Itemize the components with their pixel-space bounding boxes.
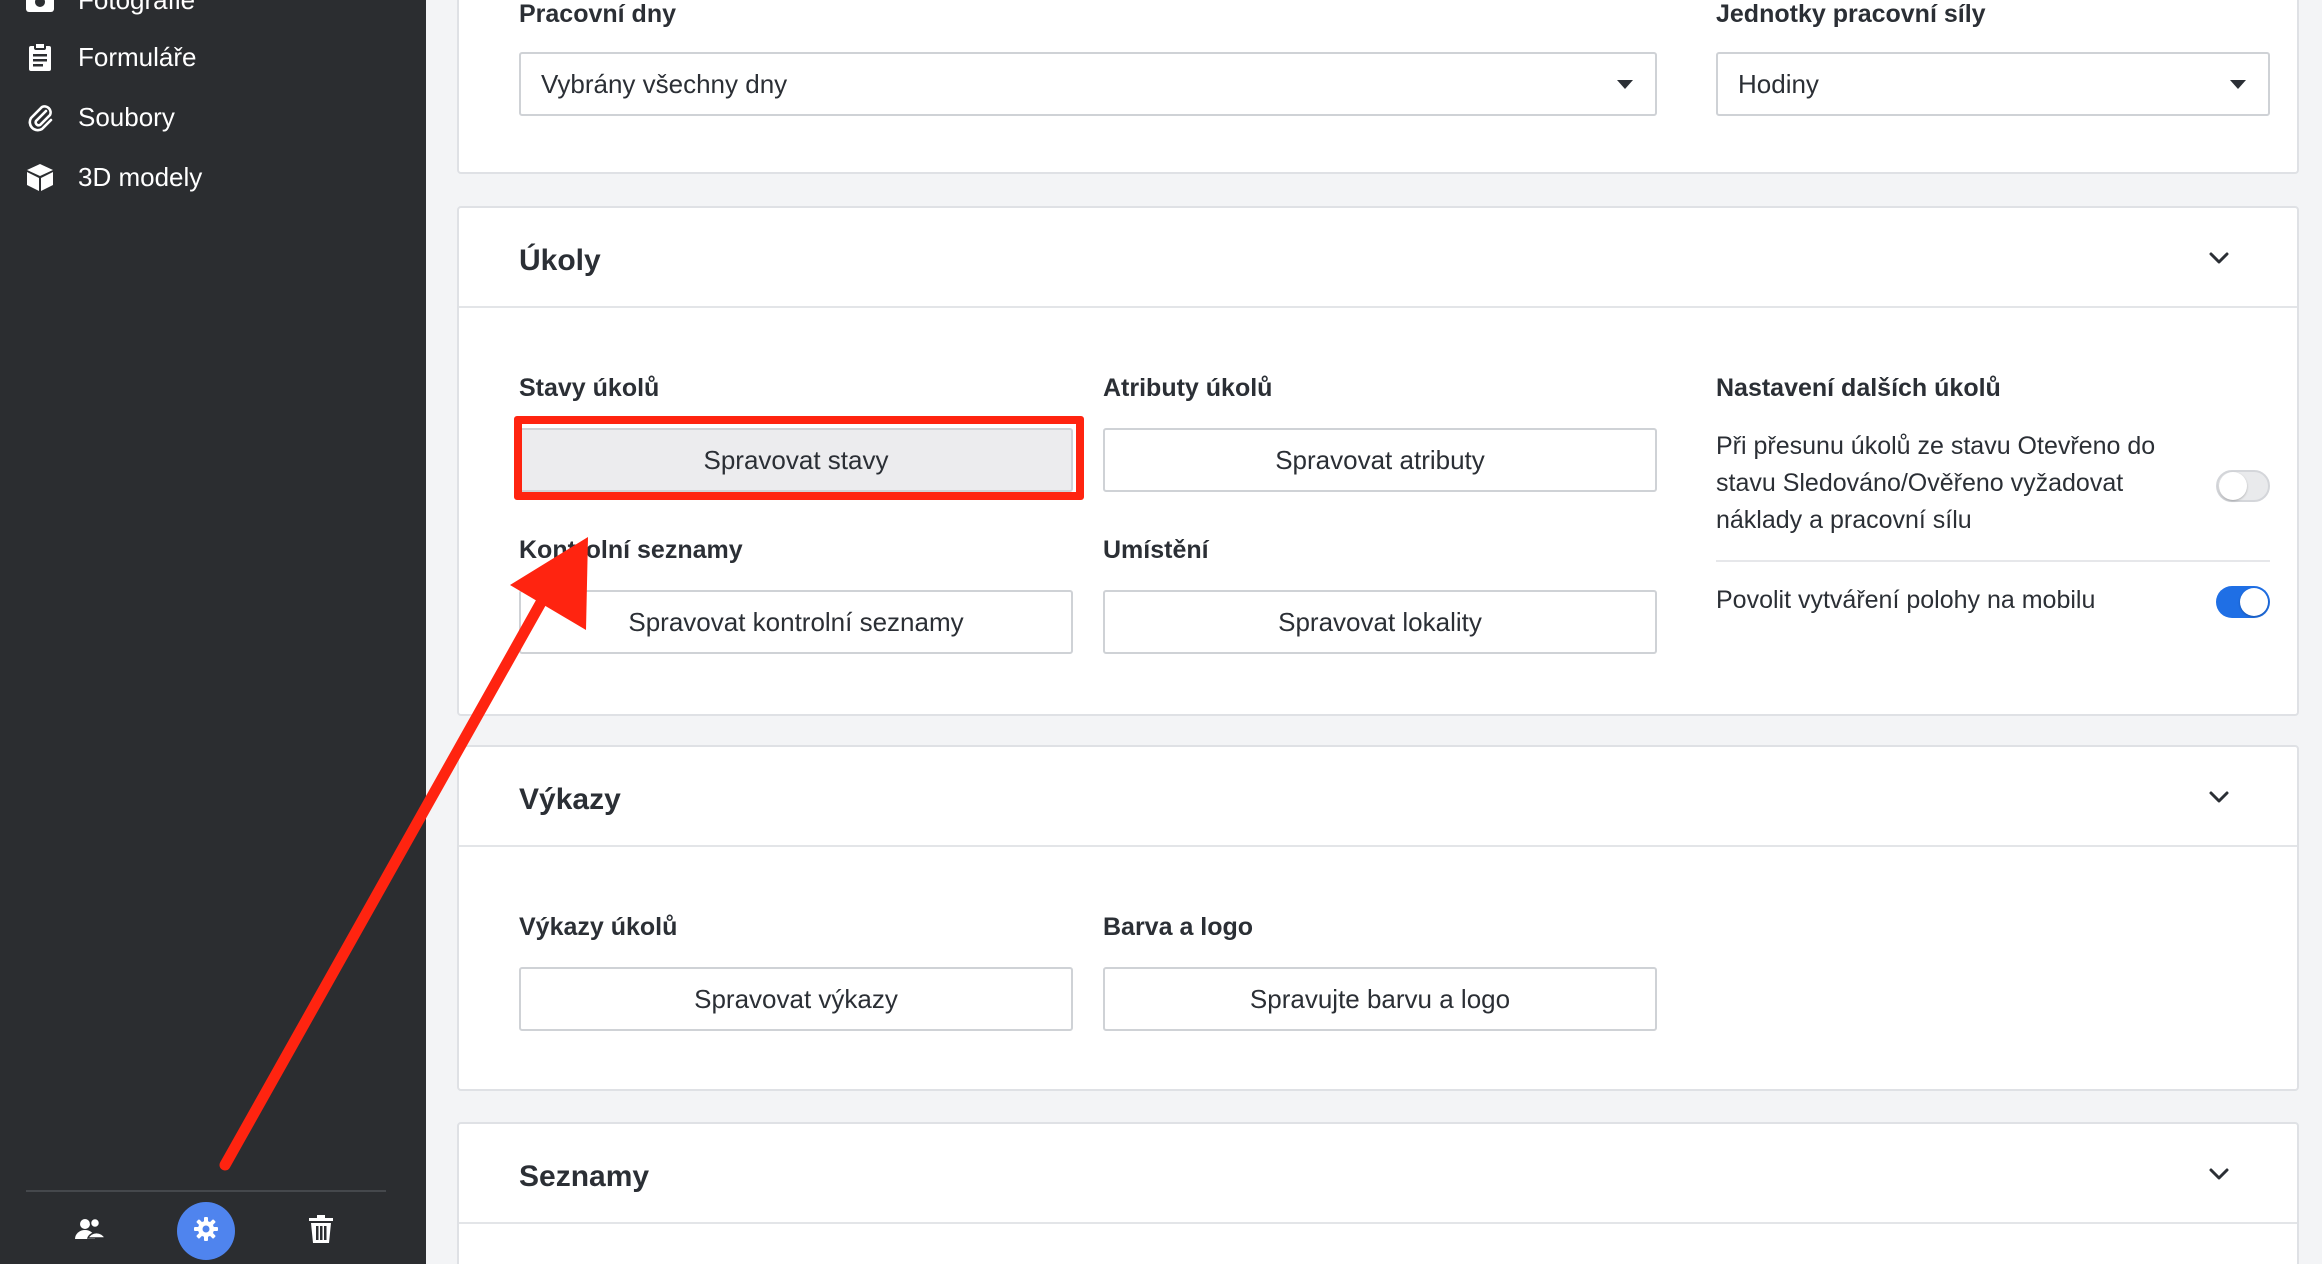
more-task-settings-label: Nastavení dalších úkolů xyxy=(1716,374,2001,402)
task-attributes-label: Atributy úkolů xyxy=(1103,374,1273,402)
caret-down-icon xyxy=(1617,80,1633,89)
trash-button[interactable] xyxy=(292,1202,350,1260)
lists-card: Seznamy xyxy=(457,1122,2299,1264)
task-states-label: Stavy úkolů xyxy=(519,374,660,402)
sidebar-item-files[interactable]: Soubory xyxy=(22,93,175,141)
users-button[interactable] xyxy=(61,1202,119,1260)
workdays-label: Pracovní dny xyxy=(519,0,676,28)
require-cost-toggle[interactable] xyxy=(2216,470,2270,502)
sidebar-item-forms[interactable]: Formuláře xyxy=(22,33,196,81)
reports-card: Výkazy Výkazy úkolů Spravovat výkazy Bar… xyxy=(457,745,2299,1091)
manage-color-logo-button[interactable]: Spravujte barvu a logo xyxy=(1103,967,1657,1031)
settings-content: Pracovní dny Vybrány všechny dny Jednotk… xyxy=(426,0,2322,1264)
gear-icon xyxy=(192,1215,220,1248)
tasks-card-header[interactable]: Úkoly xyxy=(459,208,2297,308)
toggle-knob xyxy=(2219,472,2247,500)
users-icon xyxy=(74,1217,107,1246)
highlight-box xyxy=(514,416,1084,500)
color-logo-label: Barva a logo xyxy=(1103,913,1254,941)
mobile-location-setting-text: Povolit vytváření polohy na mobilu xyxy=(1716,586,2096,614)
locations-label: Umístění xyxy=(1103,536,1209,564)
chevron-down-icon[interactable] xyxy=(2207,785,2231,809)
trash-icon xyxy=(308,1214,334,1249)
sidebar-divider xyxy=(26,1190,386,1192)
chevron-down-icon[interactable] xyxy=(2207,1162,2231,1186)
manage-checklists-button[interactable]: Spravovat kontrolní seznamy xyxy=(519,590,1073,654)
sidebar-item-label: Formuláře xyxy=(78,41,197,72)
reports-card-header[interactable]: Výkazy xyxy=(459,747,2297,847)
sidebar-item-3d-models[interactable]: 3D modely xyxy=(22,153,202,201)
task-reports-label: Výkazy úkolů xyxy=(519,913,678,941)
toggle-knob xyxy=(2240,588,2268,616)
settings-button[interactable] xyxy=(177,1202,235,1260)
sidebar: Fotografie Formuláře Soubory 3D modely xyxy=(0,0,426,1264)
caret-down-icon xyxy=(2230,80,2246,89)
settings-divider xyxy=(1716,560,2270,562)
workforce-units-select[interactable]: Hodiny xyxy=(1716,52,2270,116)
cube-icon xyxy=(22,159,58,195)
workforce-units-label: Jednotky pracovní síly xyxy=(1716,0,1986,28)
manage-attributes-button[interactable]: Spravovat atributy xyxy=(1103,428,1657,492)
app-window: Fotografie Formuláře Soubory 3D modely xyxy=(0,0,2322,1264)
camera-icon xyxy=(22,0,58,18)
paperclip-icon xyxy=(22,99,58,135)
sidebar-item-label: Soubory xyxy=(78,101,175,132)
manage-reports-button[interactable]: Spravovat výkazy xyxy=(519,967,1073,1031)
manage-locations-button[interactable]: Spravovat lokality xyxy=(1103,590,1657,654)
workdays-select[interactable]: Vybrány všechny dny xyxy=(519,52,1657,116)
general-settings-card: Pracovní dny Vybrány všechny dny Jednotk… xyxy=(457,0,2299,174)
lists-card-header[interactable]: Seznamy xyxy=(459,1124,2297,1224)
workdays-select-value: Vybrány všechny dny xyxy=(541,68,788,99)
reports-title: Výkazy xyxy=(519,783,621,816)
mobile-location-toggle[interactable] xyxy=(2216,586,2270,618)
sidebar-item-label: Fotografie xyxy=(78,0,195,16)
chevron-down-icon[interactable] xyxy=(2207,246,2231,270)
tasks-title: Úkoly xyxy=(519,244,601,277)
workforce-units-select-value: Hodiny xyxy=(1738,68,1819,99)
checklists-label: Kontrolní seznamy xyxy=(519,536,743,564)
require-cost-setting-text: Při přesunu úkolů ze stavu Otevřeno do s… xyxy=(1716,432,2156,534)
sidebar-item-photos[interactable]: Fotografie xyxy=(22,0,195,24)
clipboard-icon xyxy=(22,39,58,75)
sidebar-item-label: 3D modely xyxy=(78,161,203,192)
lists-title: Seznamy xyxy=(519,1160,650,1193)
